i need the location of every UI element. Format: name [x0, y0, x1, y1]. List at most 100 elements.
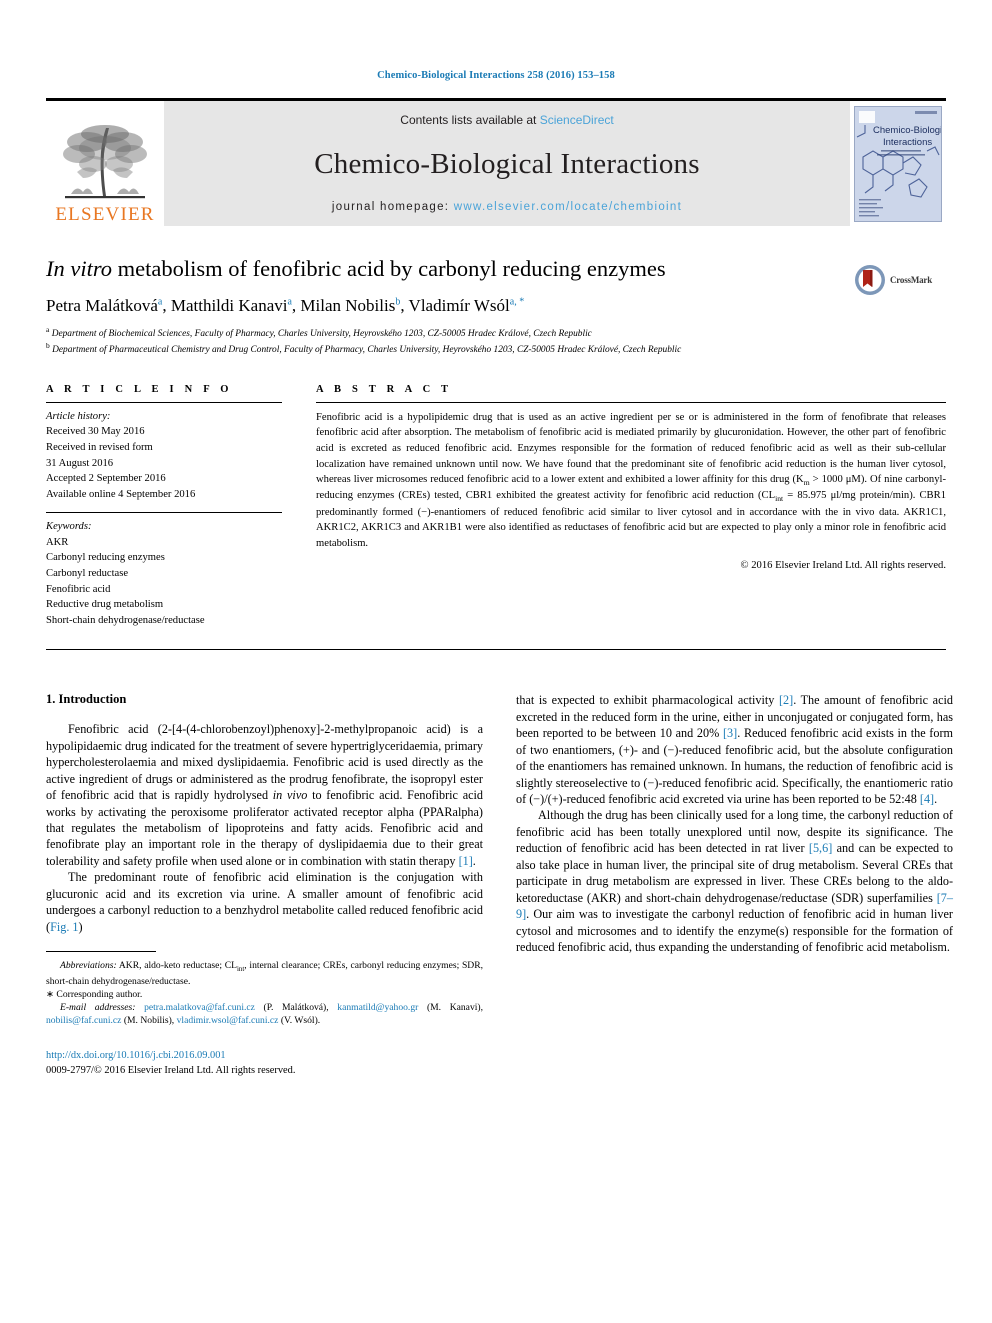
- author-1: Petra Malátková: [46, 295, 158, 315]
- abstract-heading: A B S T R A C T: [316, 383, 453, 395]
- author-2-affil-marker[interactable]: a: [287, 296, 291, 307]
- doi-link[interactable]: http://dx.doi.org/10.1016/j.cbi.2016.09.…: [46, 1048, 483, 1063]
- affiliation-a: a Department of Biochemical Sciences, Fa…: [46, 325, 836, 341]
- author-2: Matthildi Kanavi: [170, 295, 288, 315]
- affiliation-b-marker: b: [46, 341, 50, 351]
- history-item: Accepted 2 September 2016: [46, 473, 166, 485]
- email-owner: (M. Kanavi),: [418, 1002, 484, 1014]
- running-head: Chemico-Biological Interactions 258 (201…: [377, 70, 615, 81]
- citation-ref[interactable]: [1]: [459, 854, 473, 868]
- journal-masthead: ELSEVIER Contents lists available at Sci…: [46, 98, 946, 226]
- intro-paragraph-3: that is expected to exhibit pharmacologi…: [516, 692, 953, 807]
- journal-homepage-line: journal homepage: www.elsevier.com/locat…: [332, 201, 682, 213]
- keyword-item: Reductive drug metabolism: [46, 599, 164, 611]
- journal-cover-image: Chemico-Biological Interactions: [854, 105, 942, 222]
- author-1-affil-marker[interactable]: a: [158, 296, 162, 307]
- email-link[interactable]: petra.malatkova@faf.cuni.cz: [144, 1002, 255, 1013]
- homepage-url-link[interactable]: www.elsevier.com/locate/chembioint: [454, 201, 682, 213]
- doi-block: http://dx.doi.org/10.1016/j.cbi.2016.09.…: [46, 1048, 483, 1078]
- footnote-emails: E-mail addresses: petra.malatkova@faf.cu…: [46, 1001, 483, 1027]
- cover-title-line2: Interactions: [883, 137, 932, 148]
- author-4-affil-marker[interactable]: a, *: [510, 296, 524, 307]
- affiliations: a Department of Biochemical Sciences, Fa…: [46, 325, 836, 358]
- cover-artwork: Chemico-Biological Interactions: [855, 106, 941, 221]
- history-item: Received 30 May 2016: [46, 426, 145, 438]
- history-item: Available online 4 September 2016: [46, 488, 196, 500]
- journal-cover-thumbnail: Chemico-Biological Interactions: [850, 101, 946, 226]
- abstract-column: A B S T R A C T Fenofibric acid is a hyp…: [316, 384, 946, 638]
- page-title: In vitro metabolism of fenofibric acid b…: [46, 256, 836, 283]
- keyword-item: Short-chain dehydrogenase/reductase: [46, 614, 205, 626]
- journal-title: Chemico-Biological Interactions: [314, 147, 700, 180]
- email-link[interactable]: nobilis@faf.cuni.cz: [46, 1015, 121, 1026]
- author-3: Milan Nobilis: [300, 295, 396, 315]
- cover-title-line1: Chemico-Biological: [873, 125, 941, 136]
- email-owner: (V. Wsól).: [278, 1015, 321, 1027]
- elsevier-tree-icon: [63, 125, 147, 199]
- title-rest: metabolism of fenofibric acid by carbony…: [112, 256, 666, 281]
- intro-paragraph-1: Fenofibric acid (2-[4-(4-chlorobenzoyl)p…: [46, 721, 483, 869]
- elsevier-wordmark: ELSEVIER: [55, 204, 155, 225]
- crossmark-badge[interactable]: CrossMark: [854, 258, 946, 302]
- section-heading-introduction: 1. Introduction: [46, 692, 127, 707]
- author-4: Vladimír Wsól: [408, 295, 510, 315]
- figure-ref[interactable]: Fig. 1: [50, 920, 78, 934]
- footnote-abbreviations: Abbreviations: AKR, aldo-keto reductase;…: [46, 959, 483, 988]
- email-owner: (P. Malátková),: [254, 1002, 338, 1014]
- journal-article-page: Chemico-Biological Interactions 258 (201…: [0, 0, 992, 1323]
- body-columns: 1. Introduction Fenofibric acid (2-[4-(4…: [46, 692, 953, 1078]
- intro-p2-text: The predominant route of fenofibric acid…: [46, 870, 483, 934]
- history-item: Received in revised form: [46, 442, 153, 453]
- abstract-copyright: © 2016 Elsevier Ireland Ltd. All rights …: [740, 560, 946, 572]
- citation-ref[interactable]: [3]: [723, 726, 737, 740]
- author-3-affil-marker[interactable]: b: [395, 296, 400, 307]
- contents-prefix: Contents lists available at: [400, 113, 540, 127]
- citation-ref[interactable]: [5,6]: [809, 841, 832, 855]
- abbreviations-label: Abbreviations:: [60, 960, 117, 972]
- sciencedirect-link[interactable]: ScienceDirect: [540, 113, 614, 127]
- history-item: 31 August 2016: [46, 457, 114, 469]
- citation-ref[interactable]: [7–9]: [516, 891, 953, 921]
- homepage-prefix: journal homepage:: [331, 201, 454, 213]
- affiliation-a-text: Department of Biochemical Sciences, Facu…: [51, 329, 592, 340]
- title-block: In vitro metabolism of fenofibric acid b…: [46, 256, 946, 358]
- keyword-item: Carbonyl reductase: [46, 567, 129, 579]
- affiliation-b-text: Department of Pharmaceutical Chemistry a…: [52, 345, 682, 356]
- section-divider-rule: [46, 649, 946, 651]
- article-history-group: Article history: Received 30 May 2016 Re…: [46, 403, 282, 512]
- footnote-corresponding-author: ∗ Corresponding author.: [46, 988, 143, 1000]
- abstract-text: Fenofibric acid is a hypolipidemic drug …: [316, 411, 946, 549]
- keyword-item: AKR: [46, 536, 69, 548]
- intro-p3-text: that is expected to exhibit pharmacologi…: [516, 693, 953, 806]
- email-link[interactable]: kanmatild@yahoo.gr: [337, 1002, 418, 1013]
- intro-paragraph-4: Although the drug has been clinically us…: [516, 807, 953, 955]
- journal-band: Contents lists available at ScienceDirec…: [164, 101, 850, 226]
- citation-ref[interactable]: [4]: [920, 792, 934, 806]
- keyword-item: Fenofibric acid: [46, 583, 111, 595]
- intro-p4-text: Although the drug has been clinically us…: [516, 808, 953, 955]
- email-link[interactable]: vladimir.wsol@faf.cuni.cz: [177, 1015, 279, 1026]
- crossmark-icon: [855, 265, 885, 295]
- author-list: Petra Malátkováa, Matthildi Kanavia, Mil…: [46, 295, 525, 315]
- issn-copyright-line: 0009-2797/© 2016 Elsevier Ireland Ltd. A…: [46, 1064, 296, 1076]
- affiliation-a-marker: a: [46, 324, 50, 334]
- email-owner: (M. Nobilis),: [121, 1015, 177, 1027]
- citation-ref[interactable]: [2]: [779, 693, 793, 707]
- keyword-item: Carbonyl reducing enzymes: [46, 552, 165, 564]
- footnote-divider: [46, 951, 156, 953]
- keywords-label: Keywords:: [46, 521, 92, 533]
- body-column-left: 1. Introduction Fenofibric acid (2-[4-(4…: [46, 692, 483, 1078]
- article-info-heading: A R T I C L E I N F O: [46, 383, 233, 395]
- info-abstract-region: A R T I C L E I N F O Article history: R…: [46, 384, 946, 638]
- article-history-label: Article history:: [46, 410, 111, 422]
- body-column-right: that is expected to exhibit pharmacologi…: [516, 692, 953, 1078]
- email-addresses-label: E-mail addresses:: [60, 1002, 136, 1014]
- intro-paragraph-2: The predominant route of fenofibric acid…: [46, 869, 483, 935]
- intro-p1-text: Fenofibric acid (2-[4-(4-chlorobenzoyl)p…: [46, 722, 483, 868]
- affiliation-b: b Department of Pharmaceutical Chemistry…: [46, 341, 836, 357]
- title-italic-part: In vitro: [46, 256, 113, 281]
- article-info-column: A R T I C L E I N F O Article history: R…: [46, 384, 282, 638]
- crossmark-label: CrossMark: [890, 275, 933, 285]
- keywords-group: Keywords: AKR Carbonyl reducing enzymes …: [46, 513, 282, 638]
- contents-available-line: Contents lists available at ScienceDirec…: [400, 113, 613, 127]
